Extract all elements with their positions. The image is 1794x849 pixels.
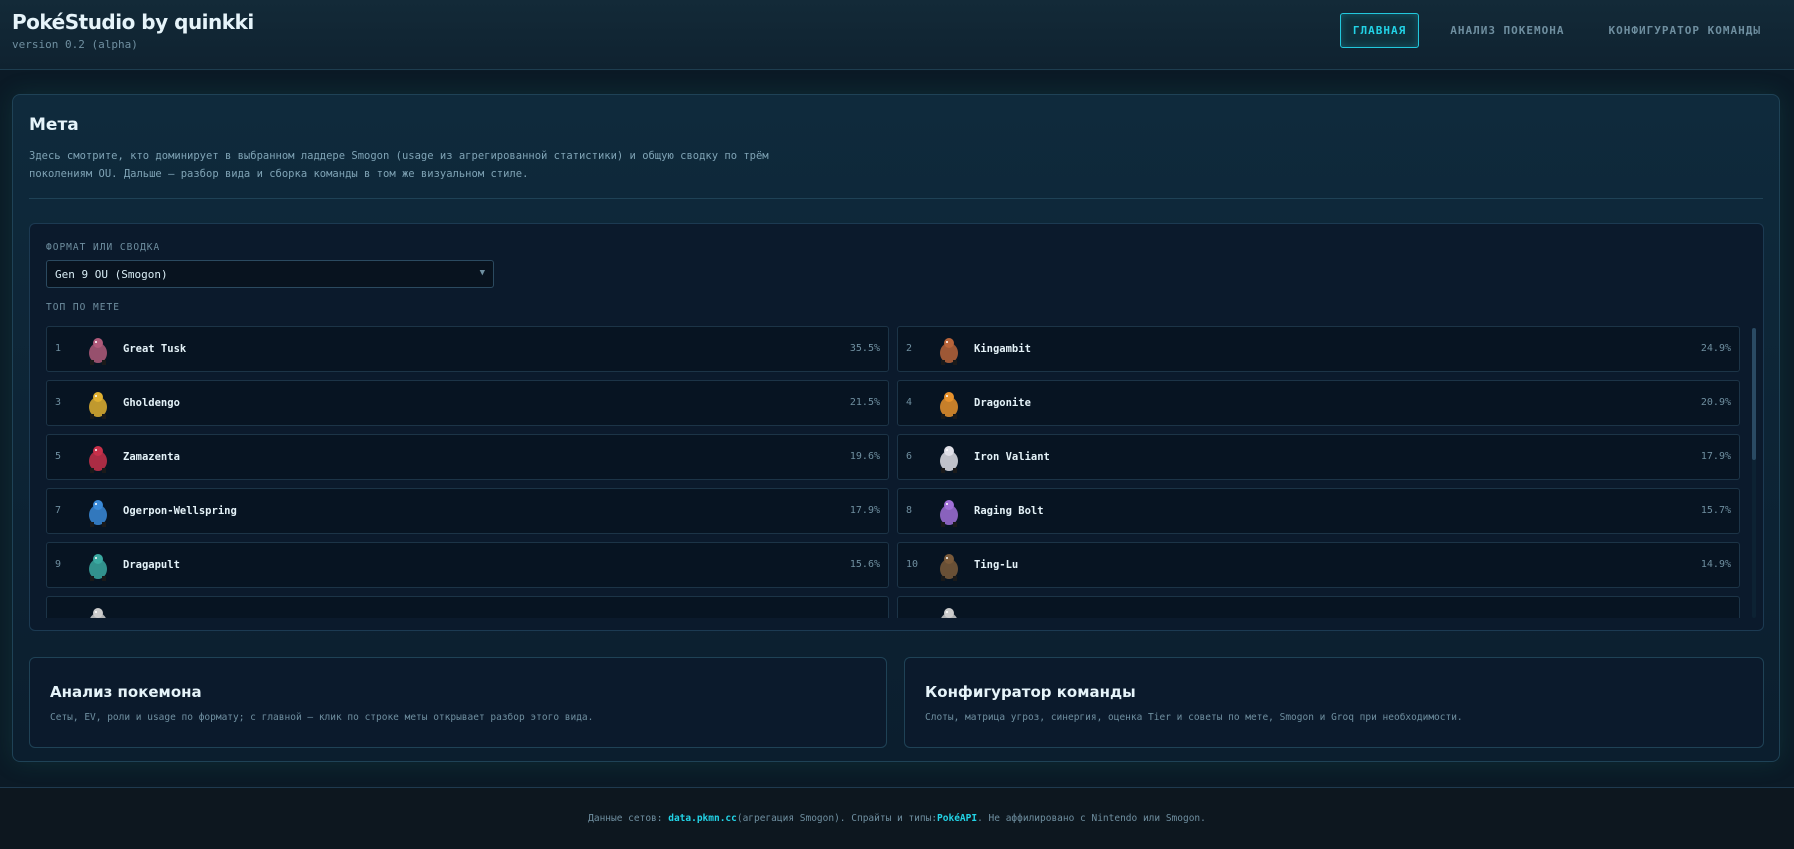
pokemon-sprite-icon <box>89 554 107 581</box>
row-rank: 4 <box>906 397 913 408</box>
pokemon-name: Ting-Lu <box>974 559 1019 571</box>
usage-percent: 24.9% <box>1700 343 1731 354</box>
usage-percent: 17.9% <box>1700 451 1731 462</box>
pokemon-sprite-icon <box>940 500 958 527</box>
meta-row[interactable]: 8 Raging Bolt 15.7% <box>897 488 1740 534</box>
nav-team-builder[interactable]: КОНФИГУРАТОР КОМАНДЫ <box>1596 13 1774 48</box>
row-rank: 8 <box>906 505 913 516</box>
format-select[interactable]: Gen 9 OU (Smogon) ▼ <box>46 260 494 288</box>
meta-row[interactable] <box>46 596 889 618</box>
footer-mid: (агрегация Smogon). Спрайты и типы: <box>736 813 938 824</box>
row-rank: 5 <box>55 451 62 462</box>
pokemon-name: Dragonite <box>974 397 1031 409</box>
pokemon-name: Iron Valiant <box>974 451 1050 463</box>
usage-percent: 14.9% <box>1700 559 1731 570</box>
pokemon-name: Great Tusk <box>123 343 187 355</box>
meta-row[interactable]: 4 Dragonite 20.9% <box>897 380 1740 426</box>
pokemon-name: Gholdengo <box>123 397 180 409</box>
format-label: ФОРМАТ ИЛИ СВОДКА <box>46 242 161 253</box>
pokemon-name: Ogerpon-Wellspring <box>123 505 237 517</box>
divider <box>29 198 1763 199</box>
usage-percent: 20.9% <box>1700 397 1731 408</box>
card-description: Сеты, EV, роли и usage по формату; с гла… <box>50 712 594 723</box>
pokemon-sprite-icon <box>90 608 106 618</box>
usage-percent: 15.7% <box>1700 505 1731 516</box>
pokemon-sprite-icon <box>89 392 107 419</box>
card-title: Конфигуратор команды <box>925 683 1136 701</box>
row-rank: 3 <box>55 397 62 408</box>
meta-row[interactable]: 10 Ting-Lu 14.9% <box>897 542 1740 588</box>
usage-percent: 19.6% <box>849 451 880 462</box>
app-version: version 0.2 (alpha) <box>12 38 138 51</box>
pokemon-sprite-icon <box>940 446 958 473</box>
pokemon-name: Zamazenta <box>123 451 180 463</box>
meta-row[interactable]: 5 Zamazenta 19.6% <box>46 434 889 480</box>
format-select-value: Gen 9 OU (Smogon) <box>55 267 168 281</box>
nav-pokemon-analysis[interactable]: АНАЛИЗ ПОКЕМОНА <box>1437 13 1577 48</box>
pokemon-sprite-icon <box>941 608 957 618</box>
pokemon-sprite-icon <box>89 338 107 365</box>
meta-row[interactable]: 7 Ogerpon-Wellspring 17.9% <box>46 488 889 534</box>
meta-row[interactable] <box>897 596 1740 618</box>
app-title: PokéStudio by quinkki <box>12 10 254 34</box>
meta-row[interactable]: 1 Great Tusk 35.5% <box>46 326 889 372</box>
row-rank: 10 <box>906 559 919 570</box>
footer-prefix: Данные сетов: <box>588 813 663 824</box>
row-rank: 1 <box>55 343 62 354</box>
pokemon-sprite-icon <box>89 500 107 527</box>
pokemon-name: Dragapult <box>123 559 180 571</box>
top-meta-label: ТОП ПО МЕТЕ <box>46 302 120 313</box>
card-pokemon-analysis[interactable]: Анализ покемона Сеты, EV, роли и usage п… <box>29 657 887 748</box>
top-meta-list[interactable]: 1 Great Tusk 35.5% 2 Kingambit 24.9% 3 Gholdeng… <box>46 326 1740 618</box>
list-scrollbar[interactable] <box>1752 328 1756 618</box>
footer-link-pkmn[interactable]: data.pkmn.cc <box>668 813 737 824</box>
footer-link-pokeapi[interactable]: PokéAPI <box>937 813 977 824</box>
card-team-builder[interactable]: Конфигуратор команды Слоты, матрица угро… <box>904 657 1764 748</box>
chevron-down-icon: ▼ <box>479 268 485 278</box>
pokemon-sprite-icon <box>940 392 958 419</box>
footer-suffix: . Не аффилировано с Nintendo или Smogon. <box>977 813 1206 824</box>
row-rank: 9 <box>55 559 62 570</box>
usage-percent: 21.5% <box>849 397 880 408</box>
row-rank: 6 <box>906 451 913 462</box>
row-rank: 7 <box>55 505 62 516</box>
card-description: Слоты, матрица угроз, синергия, оценка T… <box>925 712 1463 723</box>
row-rank: 2 <box>906 343 913 354</box>
meta-row[interactable]: 6 Iron Valiant 17.9% <box>897 434 1740 480</box>
app-header: PokéStudio by quinkki version 0.2 (alpha… <box>0 0 1794 70</box>
pokemon-sprite-icon <box>940 338 958 365</box>
meta-description: Здесь смотрите, кто доминирует в выбранн… <box>29 150 769 180</box>
pokemon-name: Kingambit <box>974 343 1031 355</box>
brand[interactable]: PokéStudio by quinkki version 0.2 (alpha… <box>12 10 254 51</box>
usage-percent: 15.6% <box>849 559 880 570</box>
pokemon-sprite-icon <box>940 554 958 581</box>
pokemon-sprite-icon <box>89 446 107 473</box>
meta-card: ФОРМАТ ИЛИ СВОДКА Gen 9 OU (Smogon) ▼ ТО… <box>29 223 1764 631</box>
usage-percent: 17.9% <box>849 505 880 516</box>
usage-percent: 35.5% <box>849 343 880 354</box>
meta-title: Мета <box>29 115 79 135</box>
main-nav: ГЛАВНАЯ АНАЛИЗ ПОКЕМОНА КОНФИГУРАТОР КОМ… <box>1339 13 1774 48</box>
footer: Данные сетов: data.pkmn.cc (агрегация Sm… <box>0 787 1794 849</box>
meta-panel: Мета Здесь смотрите, кто доминирует в вы… <box>12 94 1780 762</box>
meta-row[interactable]: 3 Gholdengo 21.5% <box>46 380 889 426</box>
card-title: Анализ покемона <box>50 683 202 701</box>
nav-home[interactable]: ГЛАВНАЯ <box>1339 13 1420 48</box>
meta-row[interactable]: 9 Dragapult 15.6% <box>46 542 889 588</box>
pokemon-name: Raging Bolt <box>974 505 1044 517</box>
meta-row[interactable]: 2 Kingambit 24.9% <box>897 326 1740 372</box>
scrollbar-thumb[interactable] <box>1752 328 1756 460</box>
